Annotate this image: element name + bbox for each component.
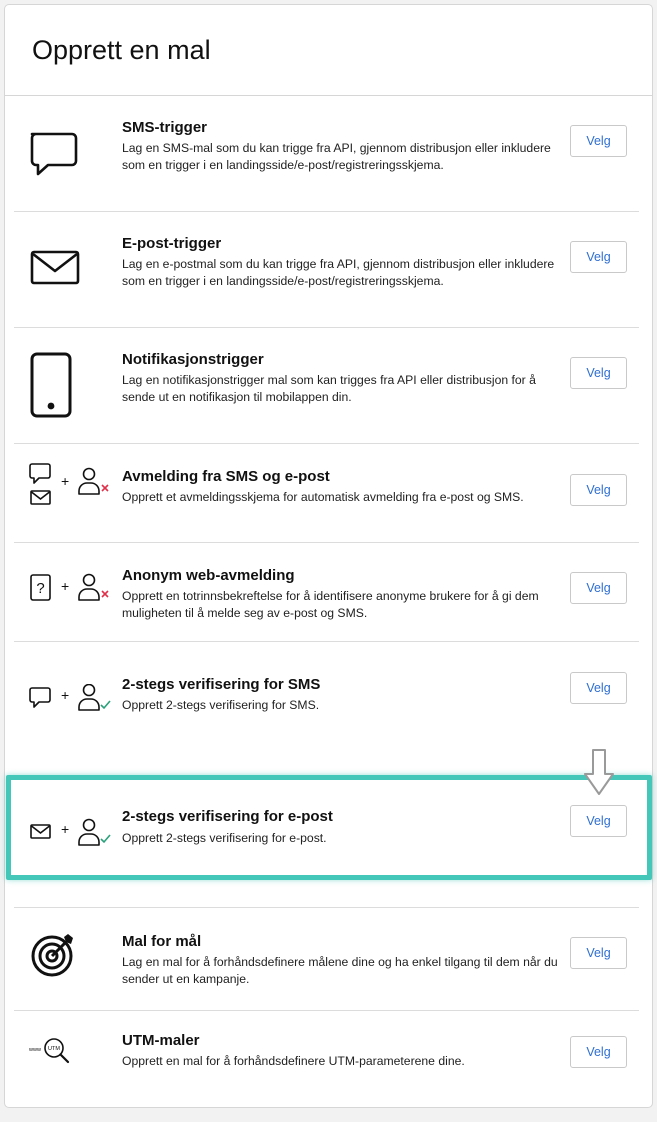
item-title: E-post-trigger [122,235,222,252]
select-button-email-trigger[interactable]: Velg [570,241,627,273]
target-icon [22,908,122,1010]
item-title: Avmelding fra SMS og e-post [122,468,330,485]
anonymous-unsubscribe-icon: ? + [22,543,122,641]
item-title: Anonym web-avmelding [122,567,295,584]
panel-header: Opprett en mal [5,5,652,96]
plus-icon: + [61,578,69,594]
select-button-notification-trigger[interactable]: Velg [570,357,627,389]
select-button-sms-verification[interactable]: Velg [570,672,627,704]
item-title: UTM-maler [122,1032,200,1049]
select-button-anonymous-unsubscribe[interactable]: Velg [570,572,627,604]
template-item-utm-templates: www UTM UTM-maler Opprett en mal for å f… [14,1011,639,1101]
select-button-sms-email-unsubscribe[interactable]: Velg [570,474,627,506]
item-description: Lag en mal for å forhåndsdefinere målene… [122,955,558,986]
select-button-sms-trigger[interactable]: Velg [570,125,627,157]
item-description: Lag en e-postmal som du kan trigge fra A… [122,257,555,288]
envelope-icon [22,212,122,327]
sms-icon [22,96,122,211]
item-description: Opprett 2-stegs verifisering for e-post. [122,831,327,845]
plus-icon: + [61,473,69,489]
select-button-goal-template[interactable]: Velg [570,937,627,969]
item-title: Notifikasjonstrigger [122,351,264,368]
template-item-sms-verification: + 2-stegs verifisering for SMS Opprett 2… [14,642,639,742]
plus-icon: + [61,821,69,837]
item-description: Opprett en totrinnsbekreftelse for å ide… [122,589,539,620]
svg-text:UTM: UTM [48,1046,60,1052]
template-item-notification-trigger: Notifikasjonstrigger Lag en notifikasjon… [14,328,639,443]
item-description: Opprett et avmeldingsskjema for automati… [122,490,524,504]
template-item-sms-email-unsubscribe: + Avmelding fra SMS og e-post Opprett et… [14,444,639,542]
email-verify-icon: + [22,775,122,880]
item-description: Opprett en mal for å forhåndsdefinere UT… [122,1054,465,1068]
item-description: Opprett 2-stegs verifisering for SMS. [122,698,320,712]
item-description: Lag en notifikasjonstrigger mal som kan … [122,373,536,404]
template-item-goal-template: Mal for mål Lag en mal for å forhåndsdef… [14,908,639,1010]
svg-text:?: ? [36,580,44,597]
item-title: Mal for mål [122,933,202,950]
template-item-email-trigger: E-post-trigger Lag en e-postmal som du k… [14,212,639,327]
template-item-anonymous-unsubscribe: ? + Anonym web-avmelding Opprett en totr… [14,543,639,641]
item-title: SMS-trigger [122,119,208,136]
pointer-arrow-icon [584,749,614,795]
item-title: 2-stegs verifisering for SMS [122,676,321,693]
select-button-utm-templates[interactable]: Velg [570,1036,627,1068]
sms-verify-icon: + [22,642,122,742]
utm-icon: www UTM [22,1011,122,1101]
template-item-email-verification: + 2-stegs verifisering for e-post Oppret… [14,775,639,880]
sms-email-unsubscribe-icon: + [22,444,122,542]
item-title: 2-stegs verifisering for e-post [122,808,333,825]
plus-icon: + [61,687,69,703]
select-button-email-verification[interactable]: Velg [570,805,627,837]
mobile-phone-icon [22,328,122,443]
template-item-sms-trigger: SMS-trigger Lag en SMS-mal som du kan tr… [14,96,639,211]
item-description: Lag en SMS-mal som du kan trigge fra API… [122,141,551,172]
svg-text:www: www [28,1047,41,1053]
page-title: Opprett en mal [32,35,211,65]
